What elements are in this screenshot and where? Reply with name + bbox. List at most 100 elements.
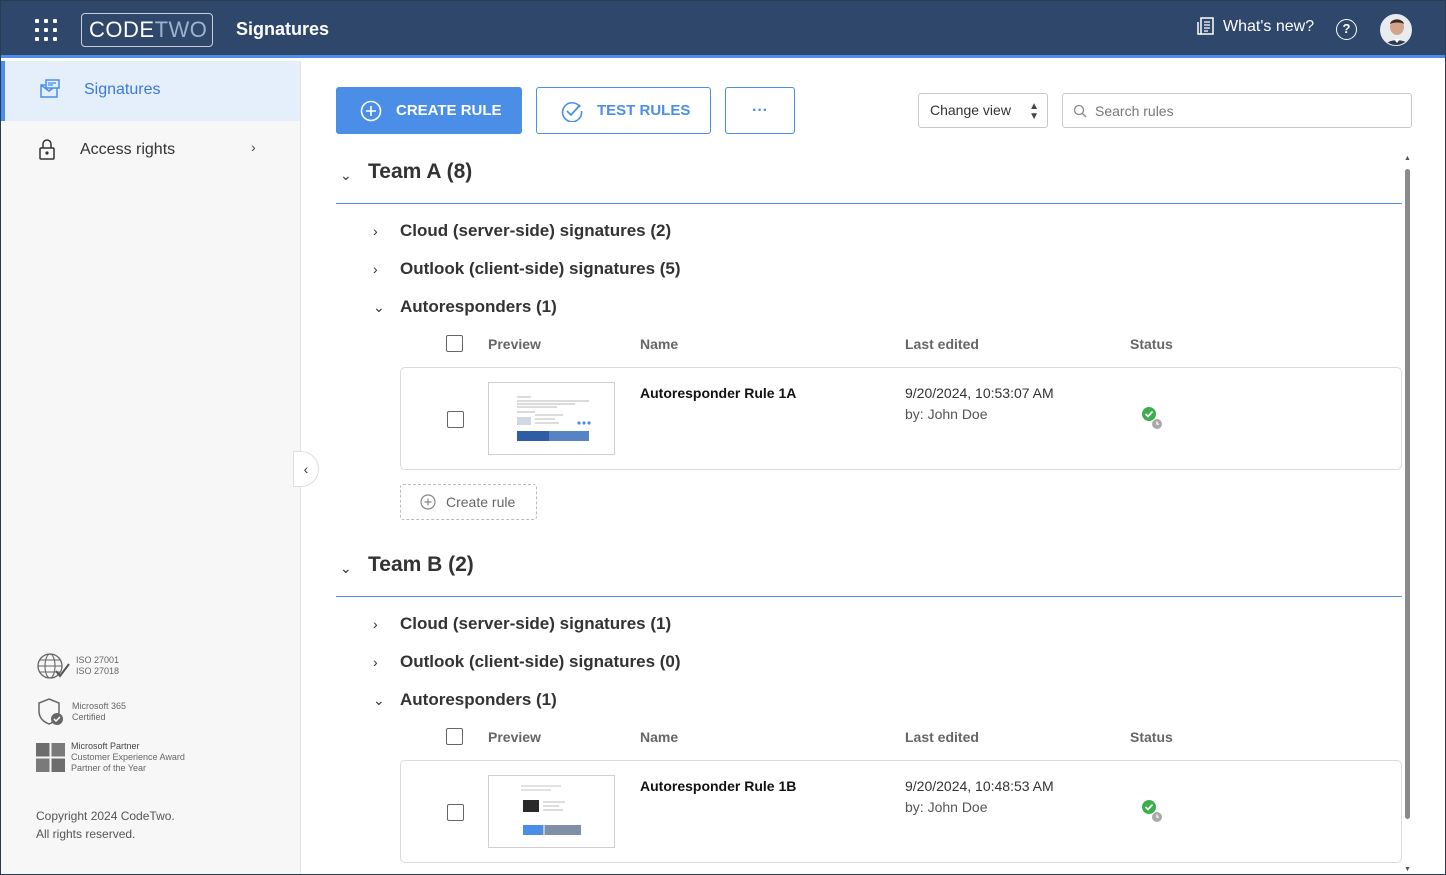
team-title: Team A (8): [368, 160, 473, 183]
chevron-right-icon: ›: [373, 616, 378, 632]
create-rule-inline-button[interactable]: Create rule: [400, 484, 537, 520]
scroll-up-icon[interactable]: ▲: [1404, 155, 1411, 162]
plus-circle-icon: [420, 494, 436, 510]
help-icon[interactable]: ?: [1336, 19, 1357, 40]
create-rule-inline-label: Create rule: [446, 494, 516, 510]
category-autoresponders[interactable]: ⌄ Autoresponders (1): [371, 293, 557, 321]
microsoft-partner-badge: Microsoft Partner Customer Experience Awa…: [36, 741, 185, 774]
scrollbar-thumb[interactable]: [1405, 169, 1410, 819]
collapse-sidebar-button[interactable]: ‹: [293, 451, 319, 487]
app-launcher-icon[interactable]: [35, 19, 57, 41]
rule-edited-by: by: John Doe: [905, 406, 988, 422]
cert-line: ISO 27018: [76, 666, 120, 676]
codetwo-logo: CODETWO: [81, 13, 213, 47]
iso-cert-badge: ISO 27001 ISO 27018: [36, 651, 119, 681]
test-rules-label: TEST RULES: [597, 102, 691, 119]
scroll-down-icon[interactable]: ▼: [1404, 866, 1411, 873]
chevron-down-icon: ⌄: [340, 560, 352, 576]
chevron-right-icon: ›: [251, 139, 256, 155]
rule-last-edited: 9/20/2024, 10:48:53 AM: [905, 778, 1054, 794]
chevron-down-icon: ⌄: [340, 167, 352, 183]
search-icon: [1073, 104, 1087, 118]
preview-image: [489, 383, 614, 454]
rule-name[interactable]: Autoresponder Rule 1A: [640, 385, 796, 401]
copyright-line: All rights reserved.: [36, 827, 136, 841]
column-status[interactable]: Status: [1130, 729, 1173, 745]
rule-name[interactable]: Autoresponder Rule 1B: [640, 778, 796, 794]
category-label: Autoresponders (1): [400, 690, 557, 709]
table-row[interactable]: Autoresponder Rule 1A 9/20/2024, 10:53:0…: [400, 367, 1402, 470]
preview-image: [489, 776, 614, 847]
category-cloud[interactable]: › Cloud (server-side) signatures (2): [371, 217, 671, 245]
category-label: Cloud (server-side) signatures (2): [400, 221, 672, 240]
rule-edited-by: by: John Doe: [905, 799, 988, 815]
column-name[interactable]: Name: [640, 729, 678, 745]
sort-arrows-icon: ▲ ▼: [1029, 101, 1039, 122]
column-last-edited[interactable]: Last edited: [905, 729, 979, 745]
row-checkbox[interactable]: [447, 804, 464, 821]
chevron-left-icon: ‹: [303, 461, 309, 477]
signature-envelope-icon: [40, 79, 60, 98]
globe-check-icon: [37, 653, 70, 679]
team-a-header[interactable]: ⌄ Team A (8): [336, 154, 1402, 204]
shield-check-icon: [38, 698, 63, 725]
cert-line: Microsoft Partner: [71, 741, 140, 751]
column-name[interactable]: Name: [640, 336, 678, 352]
select-all-checkbox[interactable]: [446, 728, 463, 745]
status-active-scheduled-icon: [1142, 800, 1162, 822]
team-b-header[interactable]: ⌄ Team B (2): [336, 547, 1402, 597]
copyright: Copyright 2024 CodeTwo. All rights reser…: [36, 807, 175, 843]
create-rule-button[interactable]: CREATE RULE: [336, 87, 522, 134]
search-input[interactable]: Search rules: [1062, 93, 1412, 128]
column-preview[interactable]: Preview: [488, 336, 541, 352]
column-last-edited[interactable]: Last edited: [905, 336, 979, 352]
chevron-right-icon: ›: [373, 261, 378, 277]
cert-line: Microsoft 365: [72, 701, 127, 711]
whats-new-label: What's new?: [1223, 17, 1315, 35]
sidebar-item-label: Signatures: [84, 81, 161, 98]
sidebar-item-access-rights[interactable]: Access rights ›: [1, 121, 300, 181]
category-label: Autoresponders (1): [400, 297, 557, 316]
category-cloud[interactable]: › Cloud (server-side) signatures (1): [371, 610, 671, 638]
rule-last-edited: 9/20/2024, 10:53:07 AM: [905, 385, 1054, 401]
test-rules-button[interactable]: TEST RULES: [536, 87, 711, 134]
news-icon: [1197, 17, 1214, 35]
cert-line: Certified: [72, 712, 106, 722]
team-title: Team B (2): [368, 553, 474, 576]
top-bar: CODETWO Signatures What's new? ?: [1, 1, 1445, 58]
sidebar: Signatures Access rights › ISO 27001 ISO …: [1, 61, 301, 874]
more-options-button[interactable]: ···: [725, 87, 795, 134]
select-all-checkbox[interactable]: [446, 335, 463, 352]
category-autoresponders[interactable]: ⌄ Autoresponders (1): [371, 686, 557, 714]
user-photo-icon: [1381, 15, 1411, 45]
signature-preview-thumbnail[interactable]: [488, 775, 615, 848]
row-checkbox[interactable]: [447, 411, 464, 428]
whats-new-button[interactable]: What's new?: [1197, 17, 1314, 36]
category-outlook[interactable]: › Outlook (client-side) signatures (5): [371, 255, 681, 283]
avatar[interactable]: [1380, 14, 1412, 46]
status-active-scheduled-icon: [1142, 407, 1162, 429]
signature-preview-thumbnail[interactable]: [488, 382, 615, 455]
column-preview[interactable]: Preview: [488, 729, 541, 745]
copyright-line: Copyright 2024 CodeTwo.: [36, 809, 175, 823]
microsoft-logo-icon: [36, 743, 65, 772]
cert-line: Customer Experience Award: [71, 752, 185, 762]
change-view-label: Change view: [930, 102, 1011, 118]
search-placeholder: Search rules: [1095, 103, 1174, 119]
check-circle-icon: [561, 101, 583, 122]
chevron-right-icon: ›: [373, 223, 378, 239]
category-outlook[interactable]: › Outlook (client-side) signatures (0): [371, 648, 681, 676]
scrollbar[interactable]: ▲ ▼: [1404, 155, 1411, 873]
table-row[interactable]: Autoresponder Rule 1B 9/20/2024, 10:48:5…: [400, 760, 1402, 863]
chevron-right-icon: ›: [373, 654, 378, 670]
column-status[interactable]: Status: [1130, 336, 1173, 352]
table-header: Preview Name Last edited Status: [400, 335, 1402, 357]
lock-icon: [39, 139, 55, 160]
cert-line: Partner of the Year: [71, 763, 147, 773]
chevron-down-icon: ⌄: [373, 691, 385, 708]
sidebar-item-signatures[interactable]: Signatures: [1, 61, 300, 121]
m365-cert-badge: Microsoft 365 Certified: [36, 697, 126, 727]
app-title: Signatures: [236, 19, 330, 39]
chevron-down-icon: ⌄: [373, 298, 385, 315]
change-view-select[interactable]: Change view ▲ ▼: [918, 93, 1048, 128]
